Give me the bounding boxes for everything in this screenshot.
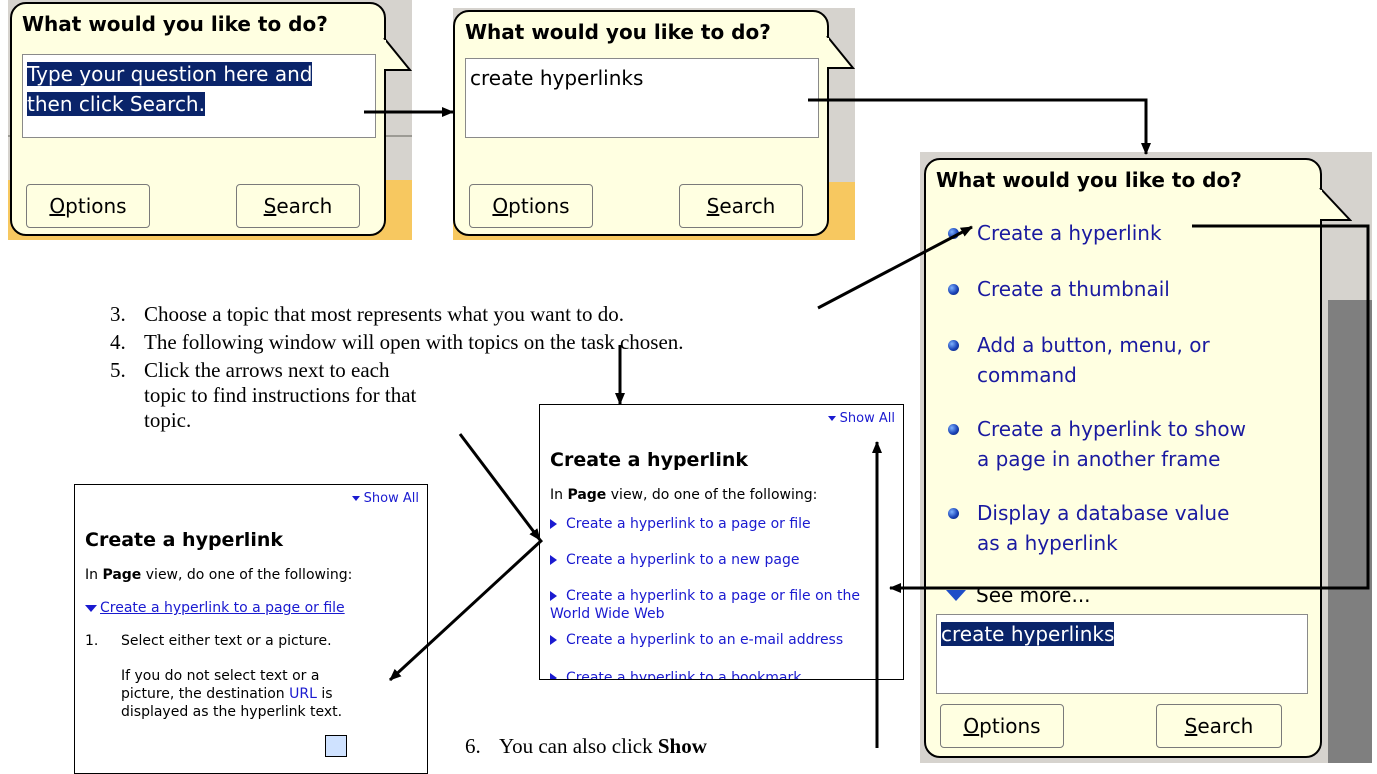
connector-arrows <box>364 98 1370 748</box>
arrow-step5-to-links <box>458 433 542 541</box>
arrow-step3-to-topic <box>817 225 973 310</box>
arrow-balloon2-to-balloon3 <box>808 98 1151 155</box>
arrow-topic-to-seemore <box>889 224 1370 593</box>
arrow-pane-to-expanded <box>388 538 544 682</box>
